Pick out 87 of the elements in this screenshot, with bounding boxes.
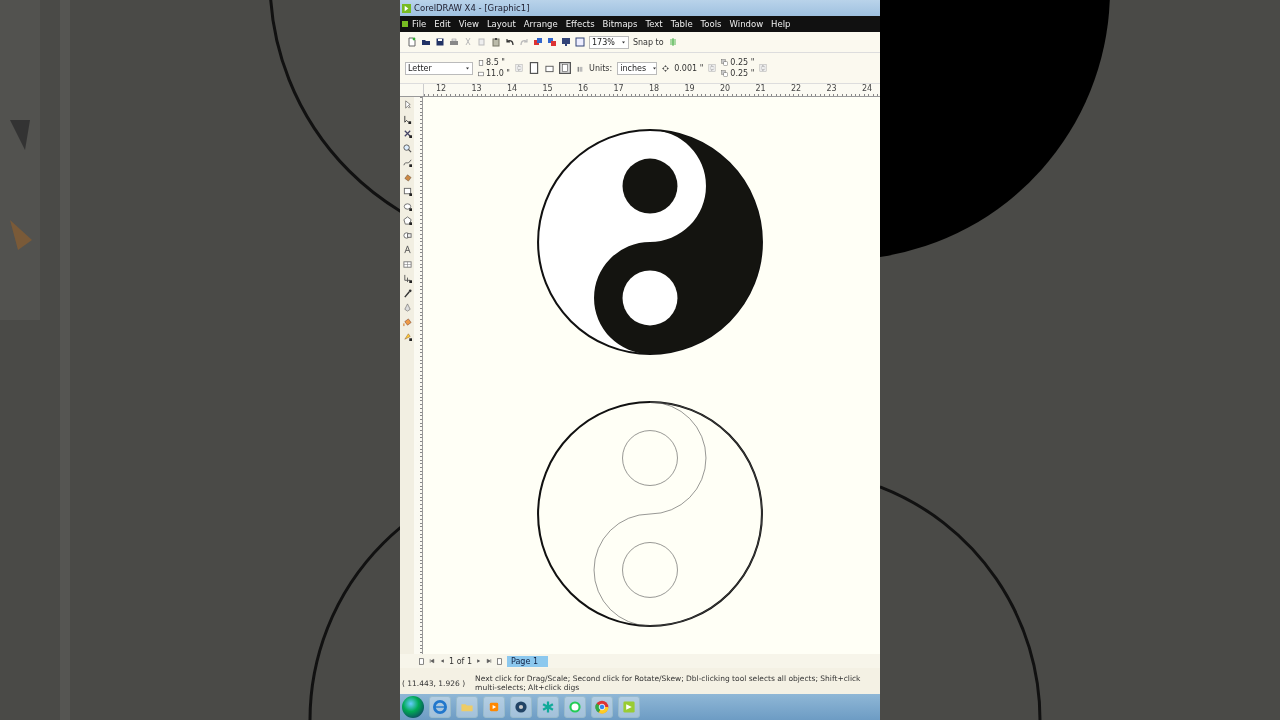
- polygon-icon[interactable]: [402, 216, 412, 225]
- landscape-icon[interactable]: [545, 63, 555, 73]
- ruler-label: 20: [720, 84, 732, 95]
- menu-item[interactable]: Window: [725, 19, 768, 29]
- last-page-icon[interactable]: [486, 658, 492, 664]
- menu-item[interactable]: File: [408, 19, 431, 29]
- menu-item[interactable]: Layout: [482, 19, 520, 29]
- caret-icon[interactable]: [652, 65, 658, 71]
- units-dropdown[interactable]: inches: [617, 61, 658, 75]
- ellipse-icon[interactable]: [402, 201, 412, 211]
- menu-item[interactable]: View: [454, 19, 483, 29]
- text-tool-icon[interactable]: [402, 245, 412, 254]
- ruler-label: 13: [471, 84, 483, 95]
- nudge-icon: [662, 64, 670, 72]
- export-icon[interactable]: [547, 37, 557, 47]
- caret-icon[interactable]: [620, 39, 626, 45]
- units-label: Units:: [589, 63, 613, 73]
- document-icon[interactable]: [402, 20, 408, 28]
- duplicate-x-icon: [721, 59, 729, 66]
- window-icon[interactable]: [575, 37, 585, 47]
- menu-item[interactable]: Table: [666, 19, 697, 29]
- first-page-icon[interactable]: [429, 658, 435, 664]
- ruler-label: 23: [826, 84, 838, 95]
- page-count: 1 of 1: [449, 656, 472, 666]
- ruler-label: 15: [542, 84, 554, 95]
- monitor-icon[interactable]: [561, 37, 571, 47]
- fill-bucket-icon[interactable]: [402, 317, 412, 327]
- import-icon[interactable]: [533, 37, 543, 47]
- crop-icon[interactable]: [402, 129, 412, 138]
- page-height-icon: [478, 70, 484, 77]
- snap-to-menu[interactable]: Snap to: [632, 37, 664, 47]
- ruler-label: 14: [507, 84, 519, 95]
- rectangle-icon[interactable]: [402, 187, 412, 196]
- zoom-icon[interactable]: [402, 143, 412, 153]
- ruler-label: 18: [649, 84, 661, 95]
- menu-item[interactable]: Arrange: [519, 19, 562, 29]
- interactive-fill-icon[interactable]: [402, 332, 412, 341]
- menu-item[interactable]: Edit: [430, 19, 455, 29]
- browser-icon[interactable]: [591, 696, 613, 718]
- page-tab[interactable]: Page 1: [507, 655, 548, 667]
- all-pages-icon[interactable]: [559, 62, 572, 74]
- ruler-label: 22: [791, 84, 803, 95]
- page-width-icon: [478, 59, 484, 66]
- page-height-value[interactable]: 11.0 ": [486, 69, 511, 78]
- new-document-icon[interactable]: [407, 37, 417, 47]
- duplicate-y-field[interactable]: 0.25 ": [730, 69, 755, 78]
- menu-item[interactable]: Help: [767, 19, 795, 29]
- add-page-icon[interactable]: [496, 657, 503, 665]
- caret-icon[interactable]: [465, 65, 470, 71]
- table-icon[interactable]: [402, 259, 412, 269]
- eyedropper-icon[interactable]: [402, 288, 412, 298]
- window-title: CorelDRAW X4 - [Graphic1]: [414, 3, 530, 13]
- zoom-level-field[interactable]: 173%: [589, 35, 629, 49]
- pointer-icon[interactable]: [402, 100, 412, 109]
- portrait-icon[interactable]: [528, 62, 541, 74]
- page-width-value[interactable]: 8.5 ": [486, 58, 505, 67]
- ruler-label: 17: [613, 84, 625, 95]
- pen-nib-icon[interactable]: [402, 303, 412, 312]
- dimension-icon[interactable]: [402, 274, 412, 283]
- menu-item[interactable]: Effects: [561, 19, 599, 29]
- ruler-label: 12: [436, 84, 448, 95]
- start-button[interactable]: [402, 696, 424, 718]
- undo-icon[interactable]: [505, 37, 515, 47]
- paper-size-dropdown[interactable]: Letter: [405, 61, 473, 75]
- add-page-icon[interactable]: [418, 657, 425, 665]
- shapes-icon[interactable]: [402, 230, 412, 240]
- ruler-label: 24: [862, 84, 874, 95]
- next-page-icon[interactable]: [476, 658, 482, 664]
- ruler-label: 21: [755, 84, 767, 95]
- menu-item[interactable]: Tools: [696, 19, 726, 29]
- save-icon[interactable]: [435, 37, 445, 47]
- duplicate-x-field[interactable]: 0.25 ": [730, 58, 755, 67]
- nudge-distance-field[interactable]: 0.001 ": [674, 63, 704, 73]
- browser-icon[interactable]: [429, 696, 451, 718]
- smart-fill-icon[interactable]: [402, 172, 412, 182]
- paste-icon[interactable]: [491, 37, 501, 47]
- duplicate-y-icon: [721, 70, 729, 77]
- ruler-label: 16: [578, 84, 590, 95]
- shape-tool-icon[interactable]: [402, 114, 412, 124]
- menu-item[interactable]: Text: [641, 19, 667, 29]
- app-logo-icon: [402, 3, 411, 13]
- freehand-icon[interactable]: [402, 158, 412, 167]
- print-icon[interactable]: [449, 37, 459, 47]
- previous-page-icon[interactable]: [439, 658, 445, 664]
- menu-item[interactable]: Bitmaps: [598, 19, 642, 29]
- ruler-label: 19: [684, 84, 696, 95]
- folder-icon[interactable]: [421, 37, 431, 47]
